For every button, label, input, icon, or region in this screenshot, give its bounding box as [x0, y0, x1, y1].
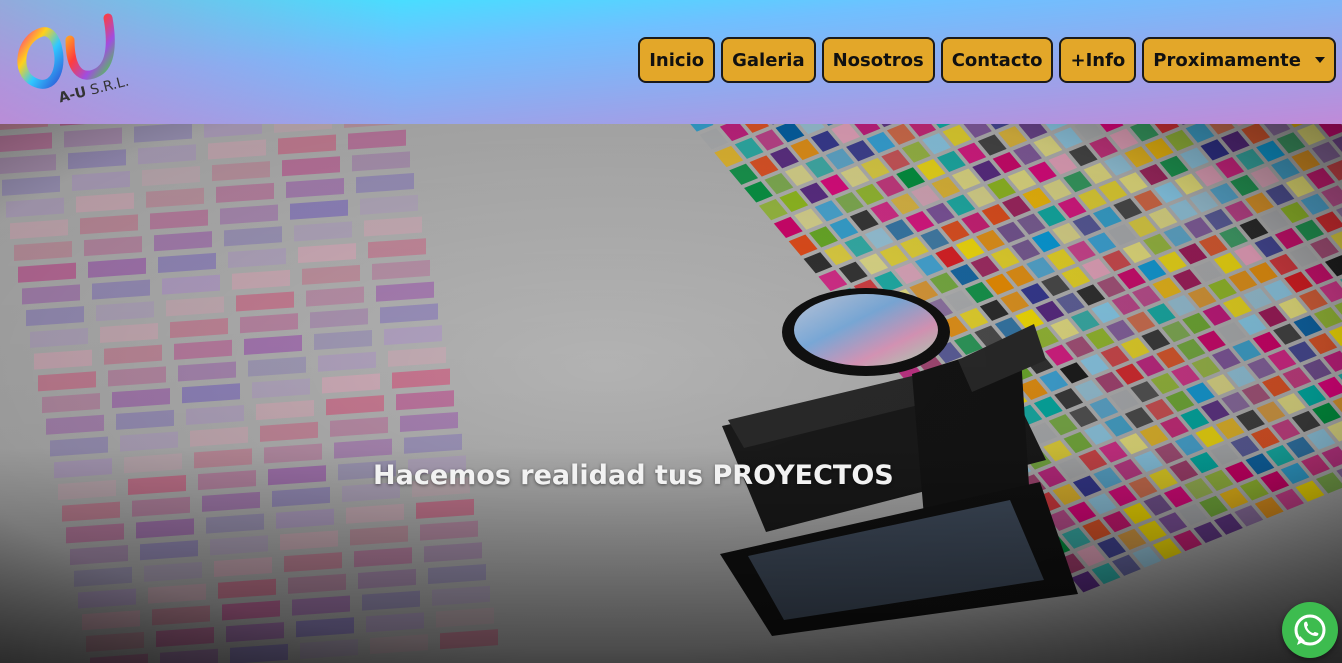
hero-banner: Hacemos realidad tus PROYECTOS [0, 124, 1342, 663]
whatsapp-icon [1294, 614, 1326, 646]
nav-galeria-button[interactable]: Galeria [721, 37, 816, 83]
whatsapp-button[interactable] [1282, 602, 1338, 658]
nav-galeria-label: Galeria [732, 49, 805, 71]
nav-info-label: +Info [1070, 49, 1126, 71]
nav-nosotros-label: Nosotros [832, 49, 924, 71]
brand-logo[interactable]: A-U S.R.L. [12, 10, 132, 120]
caret-down-icon [1315, 57, 1325, 63]
nav-nosotros-button[interactable]: Nosotros [821, 37, 935, 83]
nav-inicio-label: Inicio [649, 49, 705, 71]
nav-contacto-button[interactable]: Contacto [940, 37, 1054, 83]
nav-inicio-button[interactable]: Inicio [638, 37, 716, 83]
site-header: A-U S.R.L. Inicio Galeria Nosotros Conta… [0, 0, 1342, 124]
nav-contacto-label: Contacto [951, 49, 1043, 71]
color-chart-loupe-photo [0, 124, 1342, 663]
hero-title: Hacemos realidad tus PROYECTOS [373, 460, 894, 491]
nav-proximamente-label: Proximamente [1153, 49, 1301, 71]
main-nav: Inicio Galeria Nosotros Contacto +Info P… [638, 37, 1336, 83]
nav-info-button[interactable]: +Info [1059, 37, 1137, 83]
nav-proximamente-dropdown[interactable]: Proximamente [1142, 37, 1336, 83]
